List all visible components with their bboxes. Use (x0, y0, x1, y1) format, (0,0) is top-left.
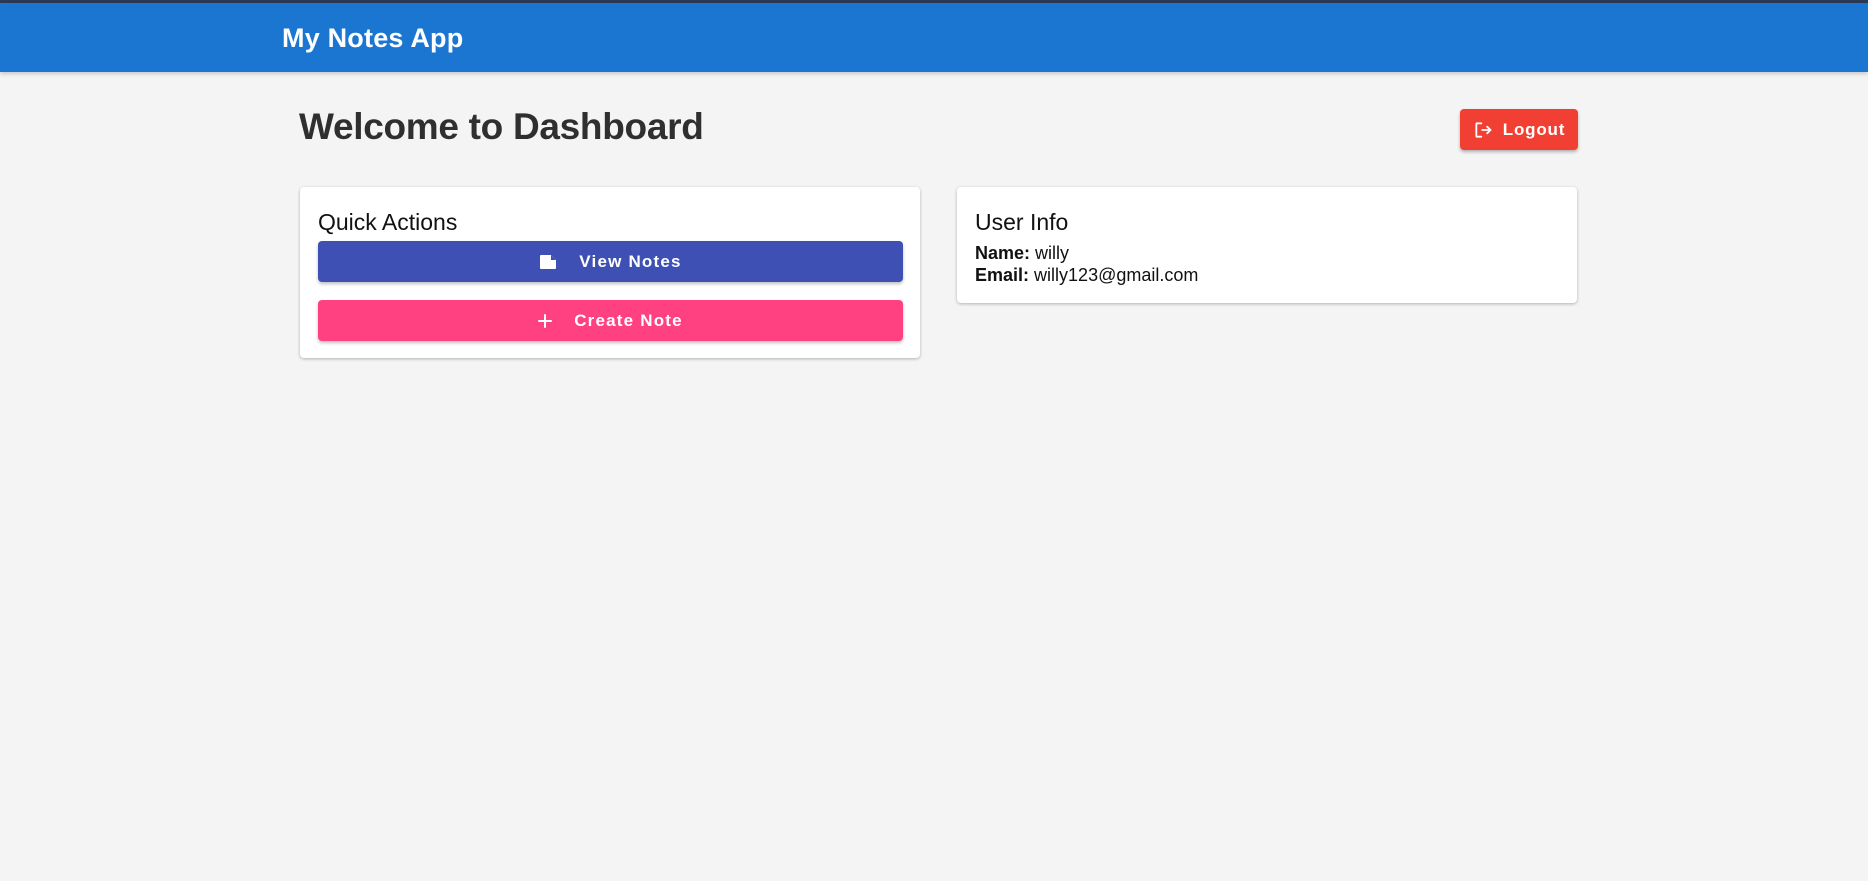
name-label: Name: (975, 243, 1031, 263)
note-icon (539, 254, 557, 270)
create-note-label: Create Note (574, 310, 683, 330)
user-email-line: Email: willy123@gmail.com (975, 265, 1198, 286)
view-notes-label: View Notes (579, 251, 682, 271)
email-label: Email: (975, 265, 1030, 285)
app-title: My Notes App (282, 23, 464, 53)
logout-button[interactable]: Logout (1460, 109, 1578, 150)
user-info-title: User Info (975, 209, 1069, 235)
logout-icon (1473, 120, 1493, 140)
view-notes-button[interactable]: View Notes (318, 241, 903, 282)
quick-actions-card: Quick Actions View Notes Create Note (300, 187, 920, 358)
logout-label: Logout (1502, 119, 1566, 139)
user-name-line: Name: willy (975, 243, 1069, 264)
create-note-button[interactable]: Create Note (318, 300, 903, 341)
app-bar: My Notes App (0, 3, 1868, 72)
page-title: Welcome to Dashboard (299, 106, 704, 147)
quick-actions-title: Quick Actions (318, 209, 458, 235)
name-value: willy (1035, 243, 1070, 263)
user-info-card: User Info Name: willy Email: willy123@gm… (957, 187, 1577, 303)
email-value: willy123@gmail.com (1034, 265, 1199, 285)
plus-icon (538, 313, 553, 328)
